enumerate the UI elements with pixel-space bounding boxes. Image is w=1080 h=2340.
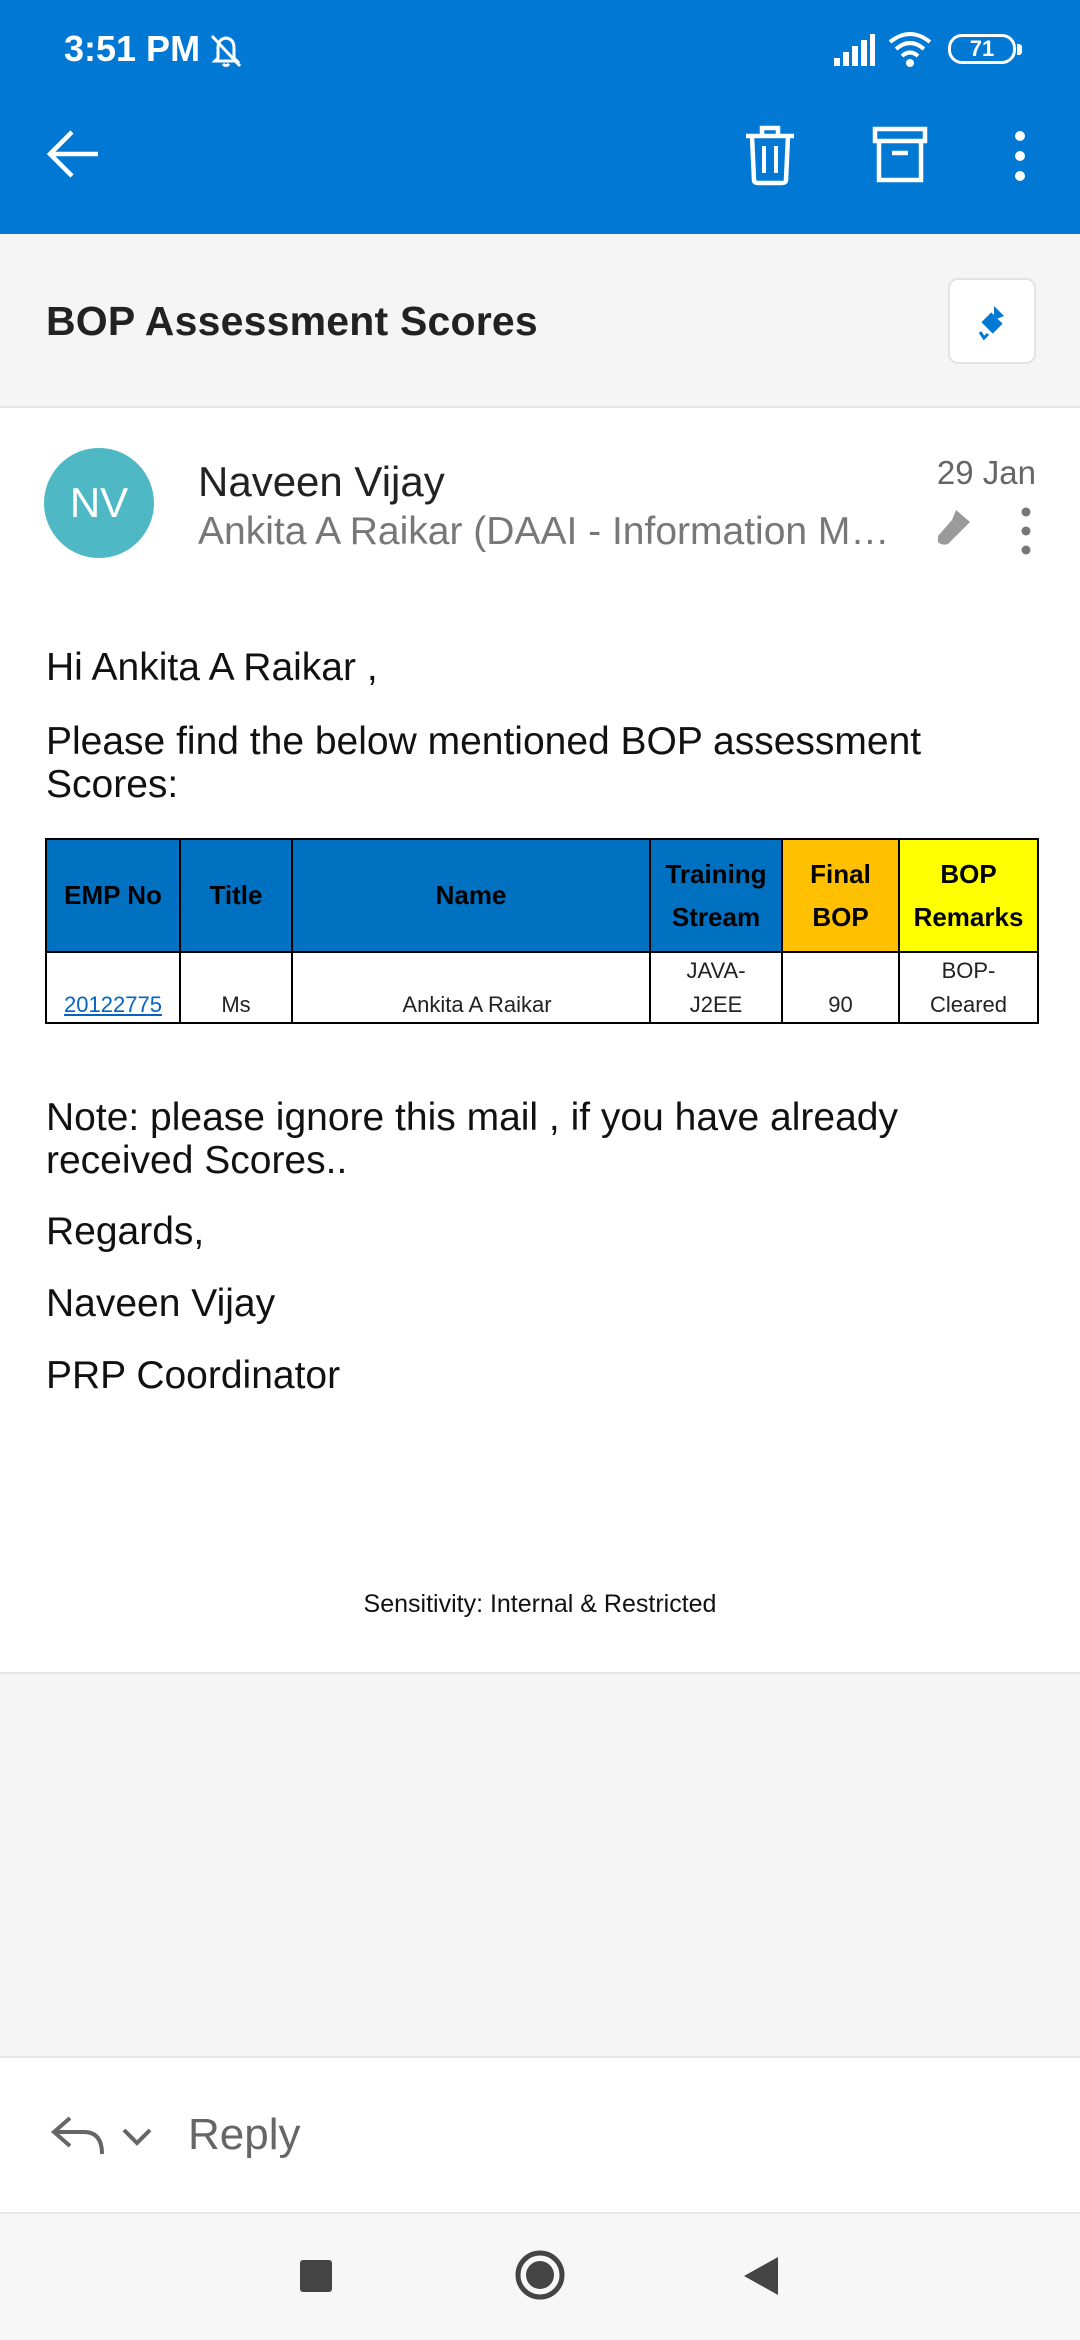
nav-back-icon[interactable] (742, 2255, 780, 2297)
wifi-icon (888, 32, 932, 67)
reply-arrow-icon[interactable] (50, 2112, 106, 2158)
avatar[interactable]: NV (44, 448, 154, 558)
greeting: Hi Ankita A Raikar , (46, 646, 378, 689)
signal-icon (834, 34, 875, 66)
reply-button[interactable]: Reply (188, 2110, 301, 2160)
cell-title: Ms (179, 951, 293, 1024)
cell-name: Ankita A Raikar (291, 951, 651, 1024)
signature-role: PRP Coordinator (46, 1354, 341, 1397)
header-name: Name (291, 838, 651, 953)
battery-indicator: 71 (948, 34, 1022, 64)
signature-name: Naveen Vijay (46, 1282, 276, 1325)
more-vertical-icon[interactable] (1000, 128, 1040, 184)
sensitivity-label: Sensitivity: Internal & Restricted (363, 1590, 717, 1618)
cell-final-bop: 90 (781, 951, 900, 1024)
message-card (0, 406, 1080, 1674)
header-bop-remarks: BOP Remarks (898, 838, 1039, 953)
header-emp-no: EMP No (45, 838, 181, 953)
recents-icon[interactable] (300, 2260, 332, 2292)
header-final-bop: Final BOP (781, 838, 900, 953)
emp-no-link[interactable]: 20122775 (45, 951, 181, 1024)
cell-bop-remarks: BOP- Cleared (898, 951, 1039, 1024)
cell-training-stream: JAVA- J2EE (649, 951, 783, 1024)
chevron-down-icon[interactable] (120, 2122, 154, 2150)
regards-text: Regards, (46, 1210, 205, 1253)
message-more-icon[interactable] (1014, 506, 1038, 556)
archive-icon[interactable] (872, 126, 928, 184)
table-header-row: EMP No Title Name Training Stream Final BO… (45, 838, 1039, 953)
note-text: Note: please ignore this mail , if you h… (46, 1096, 898, 1182)
sender-name[interactable]: Naveen Vijay (198, 458, 445, 506)
paintbrush-icon[interactable] (934, 506, 978, 550)
message-date: 29 Jan (936, 454, 1036, 491)
trash-icon[interactable] (742, 124, 798, 186)
app-bar: 3:51 PM 71 (0, 0, 1080, 234)
sweep-button[interactable] (948, 278, 1036, 364)
recipient-line[interactable]: Ankita A Raikar (DAAI - Information Ma..… (198, 510, 898, 554)
intro-text: Please find the below mentioned BOP asse… (46, 720, 922, 806)
header-training-stream: Training Stream (649, 838, 783, 953)
scores-table: EMP No Title Name Training Stream Final BO… (45, 838, 1039, 1024)
home-icon[interactable] (514, 2249, 566, 2301)
back-arrow-icon[interactable] (44, 124, 104, 184)
header-title: Title (179, 838, 293, 953)
reply-bar[interactable] (0, 2056, 1080, 2212)
bell-off-icon (210, 34, 242, 68)
table-row: 20122775 Ms Ankita A Raikar JAVA- J2EE 90… (45, 951, 1039, 1024)
brush-icon (978, 306, 1004, 341)
status-time: 3:51 PM (64, 28, 201, 69)
email-subject: BOP Assessment Scores (46, 298, 538, 344)
